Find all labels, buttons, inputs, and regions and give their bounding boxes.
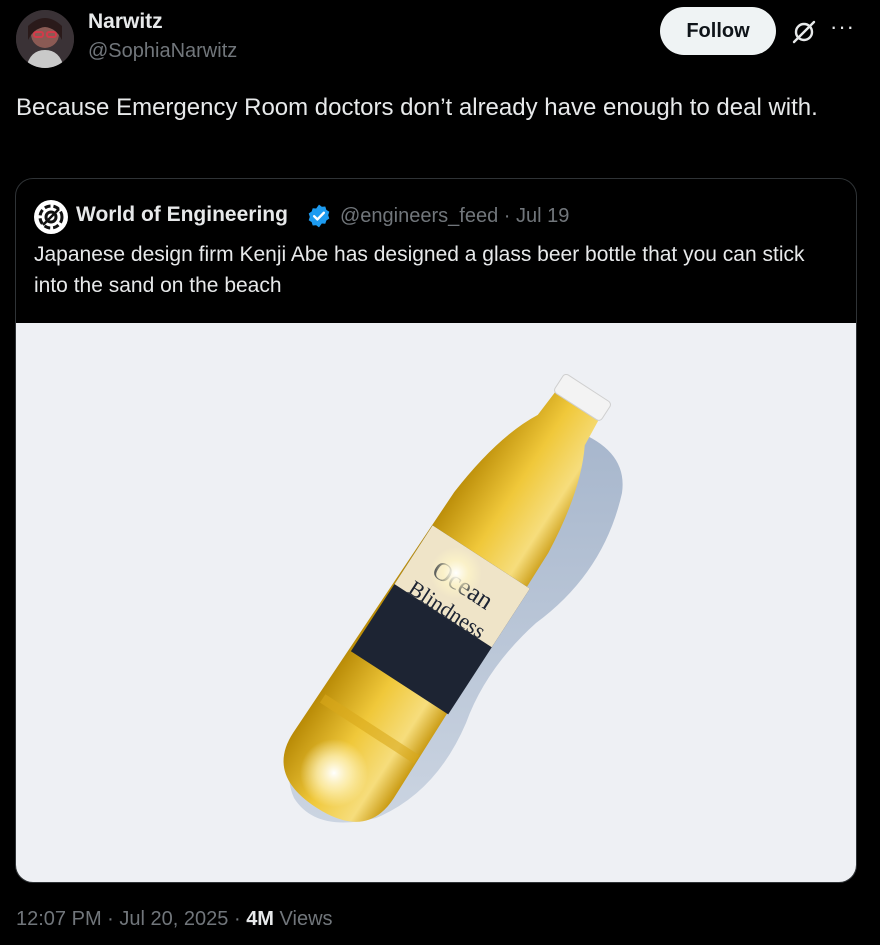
verified-badge-icon bbox=[308, 204, 330, 228]
author-handle[interactable]: @SophiaNarwitz bbox=[88, 40, 237, 63]
views-count: 4M bbox=[246, 908, 274, 930]
more-icon[interactable]: ··· bbox=[830, 14, 855, 40]
author-name[interactable]: Narwitz bbox=[88, 10, 163, 34]
quoted-author-name[interactable]: World of Engineering bbox=[76, 203, 288, 227]
post-time[interactable]: 12:07 PM bbox=[16, 908, 102, 930]
post-text: Because Emergency Room doctors don’t alr… bbox=[16, 94, 818, 121]
meta-separator: · bbox=[503, 205, 511, 227]
follow-button[interactable]: Follow bbox=[660, 7, 776, 55]
quoted-avatar[interactable] bbox=[34, 200, 68, 234]
author-avatar[interactable] bbox=[16, 10, 74, 68]
footer-separator: · bbox=[233, 908, 241, 930]
views-label: Views bbox=[279, 908, 333, 930]
quoted-handle[interactable]: @engineers_feed bbox=[340, 205, 498, 227]
post-date[interactable]: Jul 20, 2025 bbox=[119, 908, 228, 930]
grok-icon[interactable] bbox=[790, 18, 818, 46]
avatar-image bbox=[16, 10, 74, 68]
engineering-logo-icon bbox=[38, 204, 64, 230]
quoted-text: Japanese design firm Kenji Abe has desig… bbox=[34, 243, 805, 297]
footer-separator: · bbox=[107, 908, 114, 930]
quoted-meta: @engineers_feed · Jul 19 bbox=[340, 205, 569, 228]
quoted-date[interactable]: Jul 19 bbox=[516, 205, 569, 227]
quoted-post[interactable]: World of Engineering @engineers_feed · J… bbox=[15, 178, 857, 883]
beer-bottle-image: Ocean Blindness bbox=[283, 373, 623, 823]
quoted-media-image[interactable]: Ocean Blindness bbox=[16, 323, 856, 882]
post-footer: 12:07 PM · Jul 20, 2025 · 4M Views bbox=[16, 908, 333, 931]
